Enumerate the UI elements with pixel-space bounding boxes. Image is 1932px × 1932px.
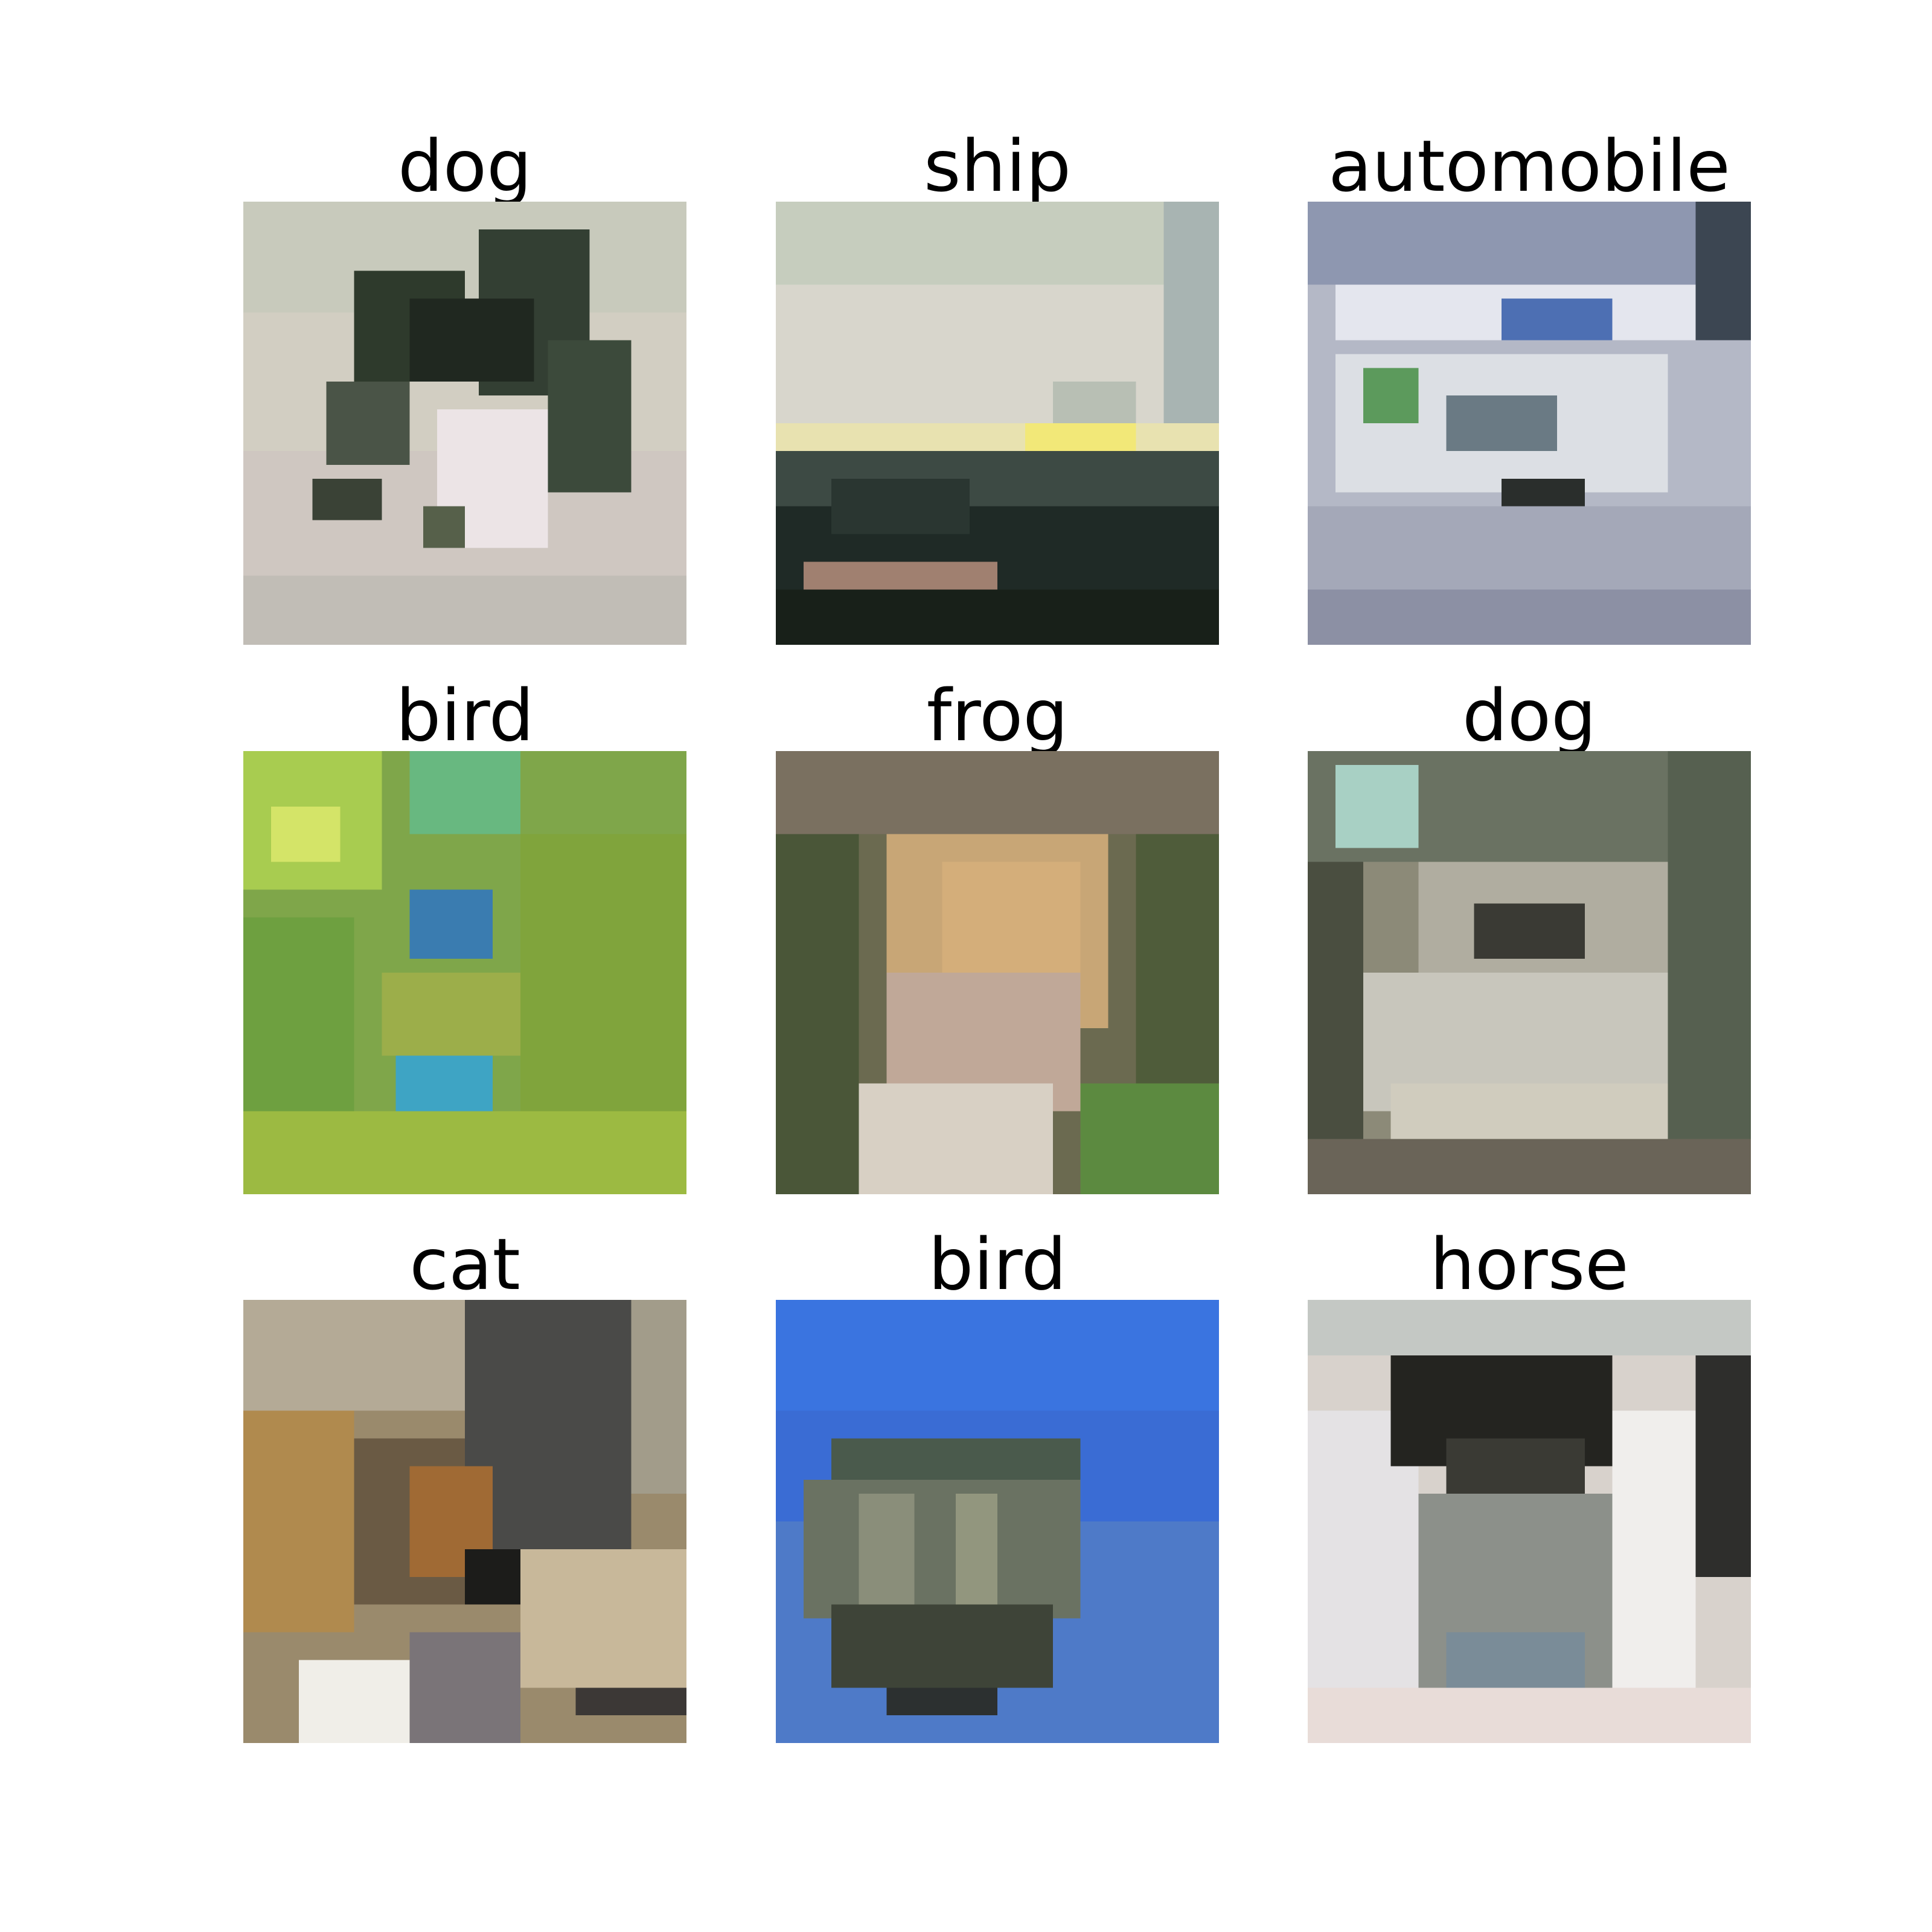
sample-label: horse: [1430, 1223, 1629, 1306]
sample-image: [243, 1300, 686, 1743]
sample-label: automobile: [1328, 124, 1730, 208]
sample-label: dog: [1462, 674, 1596, 757]
sample-label: frog: [926, 674, 1069, 757]
sample-label: bird: [395, 674, 534, 757]
sample-label: ship: [924, 124, 1071, 208]
sample-image: [1308, 202, 1751, 645]
sample-image: [776, 202, 1219, 645]
sample-label: dog: [398, 124, 532, 208]
sample-image: [243, 202, 686, 645]
sample-image: [1308, 751, 1751, 1194]
sample-image: [776, 751, 1219, 1194]
sample-label: cat: [409, 1223, 520, 1306]
sample-label: bird: [928, 1223, 1067, 1306]
sample-image: [1308, 1300, 1751, 1743]
sample-image: [776, 1300, 1219, 1743]
sample-image: [243, 751, 686, 1194]
